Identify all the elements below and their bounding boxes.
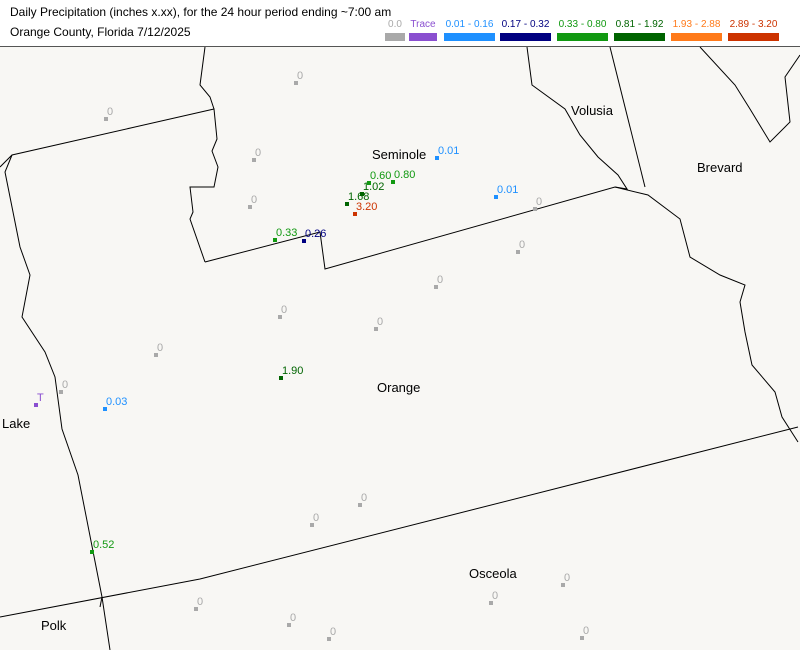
county-label-lake: Lake — [2, 416, 30, 431]
station-value: 0 — [519, 239, 525, 251]
legend-item: 0.01 - 0.16 — [444, 19, 495, 43]
county-map: Seminole Volusia Brevard Orange Lake Osc… — [0, 47, 800, 650]
station-value: 0 — [583, 625, 589, 637]
map-background — [0, 47, 800, 650]
legend-label: 0.17 - 0.32 — [501, 19, 550, 30]
legend-item: 2.89 - 3.20 — [728, 19, 779, 43]
station-value: 0 — [255, 147, 261, 159]
station-value: 0.03 — [106, 396, 127, 408]
legend-item: 0.0 — [385, 19, 405, 43]
county-label-polk: Polk — [41, 618, 67, 633]
county-label-volusia: Volusia — [571, 103, 614, 118]
legend-item: 0.33 - 0.80 — [557, 19, 608, 43]
legend-label: 0.0 — [388, 19, 402, 30]
legend-swatch — [614, 33, 665, 41]
legend-swatch — [728, 33, 779, 41]
station-value: 0 — [564, 572, 570, 584]
station-value: 0.52 — [93, 539, 114, 551]
map-title: Daily Precipitation (inches x.xx), for t… — [10, 5, 392, 19]
map-subtitle: Orange County, Florida 7/12/2025 — [10, 25, 191, 39]
station-value: 0 — [290, 612, 296, 624]
legend-swatch — [671, 33, 722, 41]
county-label-osceola: Osceola — [469, 566, 517, 581]
legend-item: 0.81 - 1.92 — [614, 19, 665, 43]
county-label-brevard: Brevard — [697, 160, 743, 175]
legend-label: Trace — [410, 19, 436, 30]
station-value: 0.33 — [276, 227, 297, 239]
station-value: 0.80 — [394, 169, 415, 181]
legend-swatch — [557, 33, 608, 41]
station-value: 0.01 — [438, 145, 459, 157]
station-value: 0 — [281, 304, 287, 316]
legend-label: 0.81 - 1.92 — [615, 19, 664, 30]
station-value: 0 — [62, 379, 68, 391]
station-value: 0.26 — [305, 228, 326, 240]
station-value: 0 — [313, 512, 319, 524]
legend-item: Trace — [409, 19, 437, 43]
station-value: 0 — [437, 274, 443, 286]
station-value: 1.90 — [282, 365, 303, 377]
station-value: 0 — [157, 342, 163, 354]
station-value: 0 — [107, 106, 113, 118]
map-header: Daily Precipitation (inches x.xx), for t… — [0, 0, 800, 47]
legend-item: 1.93 - 2.88 — [671, 19, 722, 43]
county-label-orange: Orange — [377, 380, 420, 395]
station-value: 0 — [361, 492, 367, 504]
station-value: 0 — [377, 316, 383, 328]
legend-swatch — [500, 33, 551, 41]
station-value: 0 — [197, 596, 203, 608]
legend-label: 2.89 - 3.20 — [729, 19, 778, 30]
legend-label: 0.01 - 0.16 — [445, 19, 494, 30]
station-value: 0 — [297, 70, 303, 82]
station-value: 0 — [492, 590, 498, 602]
station-value: 0 — [251, 194, 257, 206]
station-value: 0 — [536, 196, 542, 208]
station-value: T — [37, 392, 44, 404]
precip-map-page: Daily Precipitation (inches x.xx), for t… — [0, 0, 800, 650]
county-label-seminole: Seminole — [372, 147, 426, 162]
station-value: 0.01 — [497, 184, 518, 196]
legend-label: 0.33 - 0.80 — [558, 19, 607, 30]
legend-label: 1.93 - 2.88 — [672, 19, 721, 30]
station-value: 3.20 — [356, 201, 377, 213]
legend-swatch — [385, 33, 405, 41]
legend-item: 0.17 - 0.32 — [500, 19, 551, 43]
station-value: 0 — [330, 626, 336, 638]
legend-swatch — [409, 33, 437, 41]
legend-swatch — [444, 33, 495, 41]
